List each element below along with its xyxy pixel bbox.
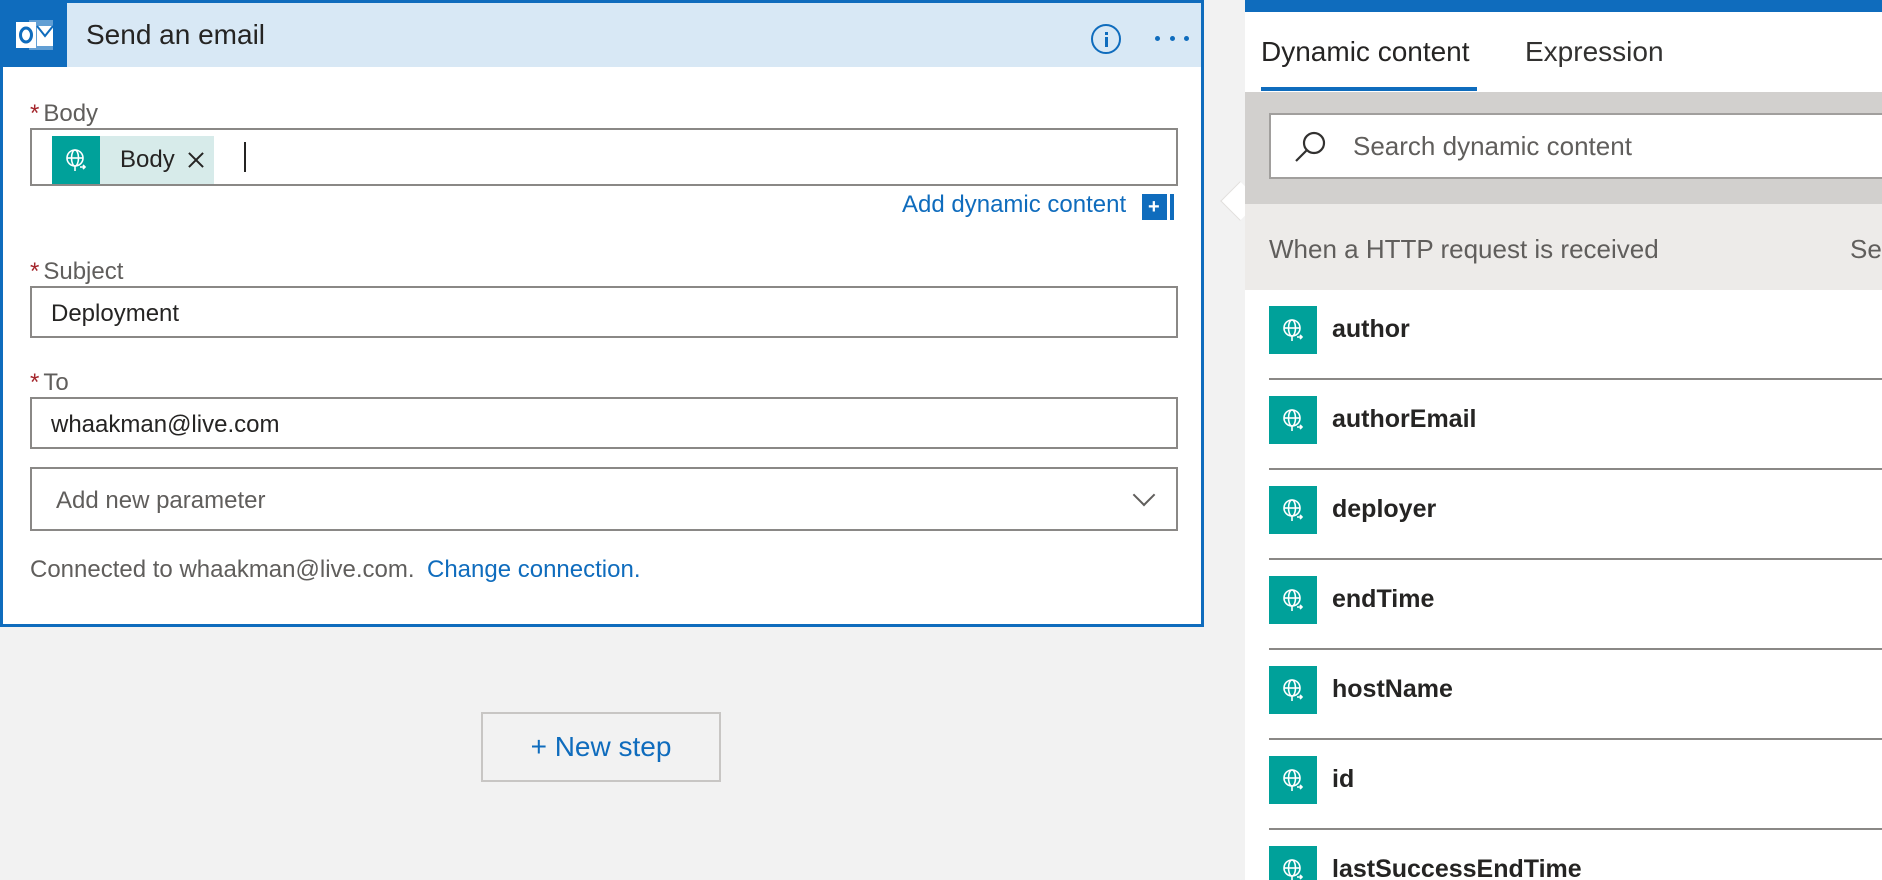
subject-field[interactable]: Deployment <box>30 286 1178 338</box>
required-mark: * <box>30 369 40 396</box>
see-more-link[interactable]: Se <box>1850 234 1882 265</box>
search-box[interactable] <box>1269 113 1882 179</box>
required-mark: * <box>30 100 40 127</box>
search-input[interactable] <box>1353 115 1853 177</box>
more-options-icon[interactable] <box>1155 30 1189 46</box>
subject-label: * Subject <box>30 258 123 286</box>
list-item[interactable]: authorEmail <box>1269 380 1882 470</box>
list-item-label: id <box>1332 765 1355 793</box>
list-item-label: deployer <box>1332 495 1437 523</box>
list-item-label: author <box>1332 315 1410 343</box>
to-label: * To <box>30 369 69 397</box>
body-token-label: Body <box>120 146 175 173</box>
outlook-icon <box>3 3 67 67</box>
list-item[interactable]: deployer <box>1269 470 1882 560</box>
change-connection-link[interactable]: Change connection. <box>427 556 641 584</box>
active-tab-indicator <box>1261 87 1477 91</box>
tab-dynamic-content[interactable]: Dynamic content <box>1261 36 1470 68</box>
section-title: When a HTTP request is received <box>1269 234 1659 264</box>
subject-value: Deployment <box>51 300 180 327</box>
chevron-down-icon <box>1132 483 1156 507</box>
list-item-label: authorEmail <box>1332 405 1477 433</box>
list-item[interactable]: author <box>1269 290 1882 380</box>
info-icon[interactable] <box>1091 24 1121 54</box>
http-globe-icon <box>1269 396 1317 444</box>
http-globe-icon <box>1269 306 1317 354</box>
http-globe-icon <box>1269 486 1317 534</box>
body-token[interactable]: Body <box>52 136 214 184</box>
list-item-label: endTime <box>1332 585 1435 613</box>
http-globe-icon <box>1269 756 1317 804</box>
to-field[interactable]: whaakman@live.com <box>30 397 1178 449</box>
list-item[interactable]: lastSuccessEndTime <box>1269 830 1882 880</box>
http-globe-icon <box>1269 846 1317 880</box>
text-cursor <box>244 142 246 172</box>
add-dynamic-content-button[interactable]: + <box>1142 194 1174 220</box>
list-item[interactable]: endTime <box>1269 560 1882 650</box>
card-header[interactable]: Send an email <box>3 3 1201 67</box>
add-dynamic-content-link[interactable]: Add dynamic content <box>902 191 1126 219</box>
http-globe-icon <box>1269 666 1317 714</box>
new-step-button[interactable]: + New step <box>481 712 721 782</box>
dynamic-content-list: author authorEmail deployer endTime host… <box>1269 290 1882 880</box>
to-value: whaakman@live.com <box>51 411 280 438</box>
list-item-label: hostName <box>1332 675 1453 703</box>
http-globe-icon <box>52 136 100 184</box>
search-icon <box>1295 131 1326 162</box>
tab-expression[interactable]: Expression <box>1525 36 1664 68</box>
subject-label-text: Subject <box>43 258 124 285</box>
send-email-card: Send an email * Body Body Add dynamic con… <box>0 0 1204 627</box>
connection-status: Connected to whaakman@live.com. <box>30 556 415 583</box>
body-field[interactable]: Body <box>30 128 1178 186</box>
add-parameter-placeholder: Add new parameter <box>56 487 266 514</box>
list-item-label: lastSuccessEndTime <box>1332 855 1582 880</box>
remove-token-icon[interactable] <box>187 151 205 169</box>
panel-top-bar <box>1245 0 1882 12</box>
search-area <box>1245 92 1882 204</box>
to-label-text: To <box>43 369 69 396</box>
dynamic-content-panel: Dynamic content Expression When a HTTP r… <box>1245 0 1882 880</box>
body-label: * Body <box>30 100 98 128</box>
http-globe-icon <box>1269 576 1317 624</box>
body-label-text: Body <box>43 100 99 127</box>
section-header[interactable]: When a HTTP request is received Se <box>1245 204 1882 290</box>
add-parameter-dropdown[interactable]: Add new parameter <box>30 467 1178 531</box>
card-title: Send an email <box>86 19 266 50</box>
required-mark: * <box>30 258 40 285</box>
list-item[interactable]: hostName <box>1269 650 1882 740</box>
list-item[interactable]: id <box>1269 740 1882 830</box>
